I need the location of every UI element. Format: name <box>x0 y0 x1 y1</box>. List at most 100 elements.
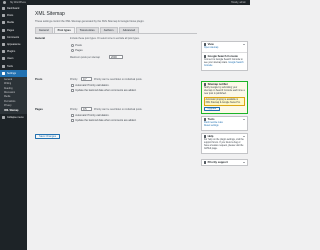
menu-label: Comments <box>7 35 20 39</box>
reset-settings-link[interactable]: Reset settings <box>204 125 245 128</box>
view-box: View Open sitemap Google Search Console … <box>201 41 248 71</box>
gsc-title-text: Google Search Console <box>207 55 238 59</box>
limit-input[interactable]: 2000 <box>109 55 123 60</box>
media-icon <box>2 21 5 25</box>
priority-support-title-text: Priority support <box>207 161 228 165</box>
admin-sidebar: Dashboard Posts Media Pages Comments App… <box>0 5 27 250</box>
pages-priority-label: Priority <box>70 108 78 111</box>
menu-label: Settings <box>7 71 17 75</box>
pages-lastmod-checkbox[interactable] <box>71 119 74 122</box>
tools-body: Flush rewrite rules Reset settings <box>202 122 247 130</box>
help-icon <box>204 135 207 138</box>
star-icon <box>204 161 207 164</box>
menu-users[interactable]: Users <box>0 55 27 62</box>
dashboard-icon <box>2 7 5 11</box>
pages-priority-description: Priority can be overridden on individual… <box>94 108 143 111</box>
menu-label: Plugins <box>7 50 16 54</box>
pages-option[interactable]: Pages <box>71 49 83 52</box>
posts-lastmod-option[interactable]: Update the lastmod date when comments ar… <box>71 89 136 92</box>
page-subtitle: These settings control the XML Sitemap g… <box>35 20 145 23</box>
settings-icon <box>2 71 5 75</box>
bell-icon <box>204 83 207 86</box>
menu-label: Collapse menu <box>7 116 24 120</box>
upgrade-button[interactable]: Upgrade <box>204 107 220 112</box>
plugin-icon <box>2 50 5 54</box>
menu-media[interactable]: Media <box>0 19 27 26</box>
tools-box: Tools Flush rewrite rules Reset settings <box>201 116 248 131</box>
brush-icon <box>2 43 5 47</box>
pin-icon <box>2 14 5 18</box>
site-name-link[interactable]: My WordPress <box>10 1 26 4</box>
users-icon <box>2 57 5 61</box>
notifier-highlight: Automatic pinging is available in XML Si… <box>204 97 245 107</box>
menu-label: Tools <box>7 64 13 68</box>
menu-pages[interactable]: Pages <box>0 27 27 34</box>
chevron-up-icon[interactable] <box>243 119 245 121</box>
main-content: XML Sitemap These settings control the X… <box>27 5 250 250</box>
posts-option[interactable]: Posts <box>71 44 82 47</box>
wordpress-logo-icon[interactable] <box>3 0 7 5</box>
menu-posts[interactable]: Posts <box>0 12 27 19</box>
notifier-text: Notify Google by submitting your sitemap… <box>204 87 245 96</box>
menu-label: Posts <box>7 14 14 18</box>
priority-support-title: Priority support <box>202 160 247 165</box>
chevron-up-icon[interactable] <box>243 44 245 46</box>
pages-priority-input[interactable]: 0.5 <box>81 107 92 112</box>
pages-lastmod-label: Update the lastmod date when comments ar… <box>75 119 137 122</box>
menu-tools[interactable]: Tools <box>0 63 27 70</box>
posts-option-label: Posts <box>75 44 82 47</box>
chevron-up-icon[interactable] <box>243 162 245 164</box>
menu-settings[interactable]: Settings <box>0 69 27 77</box>
open-sitemap-link[interactable]: Open sitemap <box>204 47 218 49</box>
menu-label: Pages <box>7 28 15 32</box>
notifier-title-text: Sitemap notifier <box>207 83 228 87</box>
menu-label: Users <box>7 57 14 61</box>
posts-priority-input[interactable]: 0.7 <box>81 77 92 82</box>
menu-plugins[interactable]: Plugins <box>0 48 27 55</box>
posts-auto-priority-checkbox[interactable] <box>71 84 74 87</box>
chevron-up-icon[interactable] <box>243 136 245 138</box>
pages-auto-priority-checkbox[interactable] <box>71 114 74 117</box>
menu-label: Appearance <box>7 43 21 47</box>
help-box: Help For help on the plugin settings, vi… <box>201 133 248 154</box>
pages-row-label: Pages <box>35 108 43 111</box>
posts-lastmod-label: Update the lastmod date when comments ar… <box>75 89 137 92</box>
page-title: XML Sitemap <box>35 11 65 17</box>
pages-radio[interactable] <box>71 49 74 52</box>
wrench-icon <box>204 118 207 121</box>
menu-label: Media <box>7 21 14 25</box>
posts-row-label: Posts <box>35 78 43 81</box>
posts-auto-priority-option[interactable]: Automatic Priority calculation. <box>71 84 109 87</box>
submenu-xml-sitemap[interactable]: XML Sitemap <box>0 109 27 113</box>
gsc-body: Connect to Google Search Console to see … <box>202 59 247 70</box>
posts-radio[interactable] <box>71 44 74 47</box>
limit-label: Maximum posts per sitemap <box>70 56 100 59</box>
general-description: Include these post types. Or select none… <box>70 37 140 40</box>
page-icon <box>2 28 5 32</box>
posts-priority-label: Priority <box>70 78 78 81</box>
collapse-menu-button[interactable]: Collapse menu <box>0 114 27 121</box>
priority-support-box: Priority support <box>201 159 248 167</box>
pages-auto-priority-option[interactable]: Automatic Priority calculation. <box>71 114 109 117</box>
menu-dashboard[interactable]: Dashboard <box>0 5 27 12</box>
menu-appearance[interactable]: Appearance <box>0 41 27 48</box>
view-box-body: Open sitemap <box>202 47 247 52</box>
save-changes-button[interactable]: Save Changes <box>35 134 61 139</box>
settings-submenu: General Writing Reading Discussion Media… <box>0 76 27 114</box>
help-title-text: Help <box>207 135 214 139</box>
user-menu[interactable]: Howdy, admin <box>231 1 246 4</box>
posts-lastmod-checkbox[interactable] <box>71 89 74 92</box>
posts-priority-description: Priority can be overridden on individual… <box>94 78 143 81</box>
menu-comments[interactable]: Comments <box>0 34 27 41</box>
eye-icon <box>204 43 207 46</box>
general-row-label: General <box>35 37 46 40</box>
sitemap-notifier-box: Sitemap notifier Notify Google by submit… <box>201 81 248 114</box>
posts-auto-priority-label: Automatic Priority calculation. <box>75 84 110 87</box>
tools-title-text: Tools <box>207 118 215 122</box>
collapse-icon <box>2 116 5 120</box>
pages-lastmod-option[interactable]: Update the lastmod date when comments ar… <box>71 119 136 122</box>
pages-option-label: Pages <box>75 49 83 52</box>
notifier-body: Notify Google by submitting your sitemap… <box>202 87 247 113</box>
wrench-icon <box>2 64 5 68</box>
pages-auto-priority-label: Automatic Priority calculation. <box>75 114 110 117</box>
